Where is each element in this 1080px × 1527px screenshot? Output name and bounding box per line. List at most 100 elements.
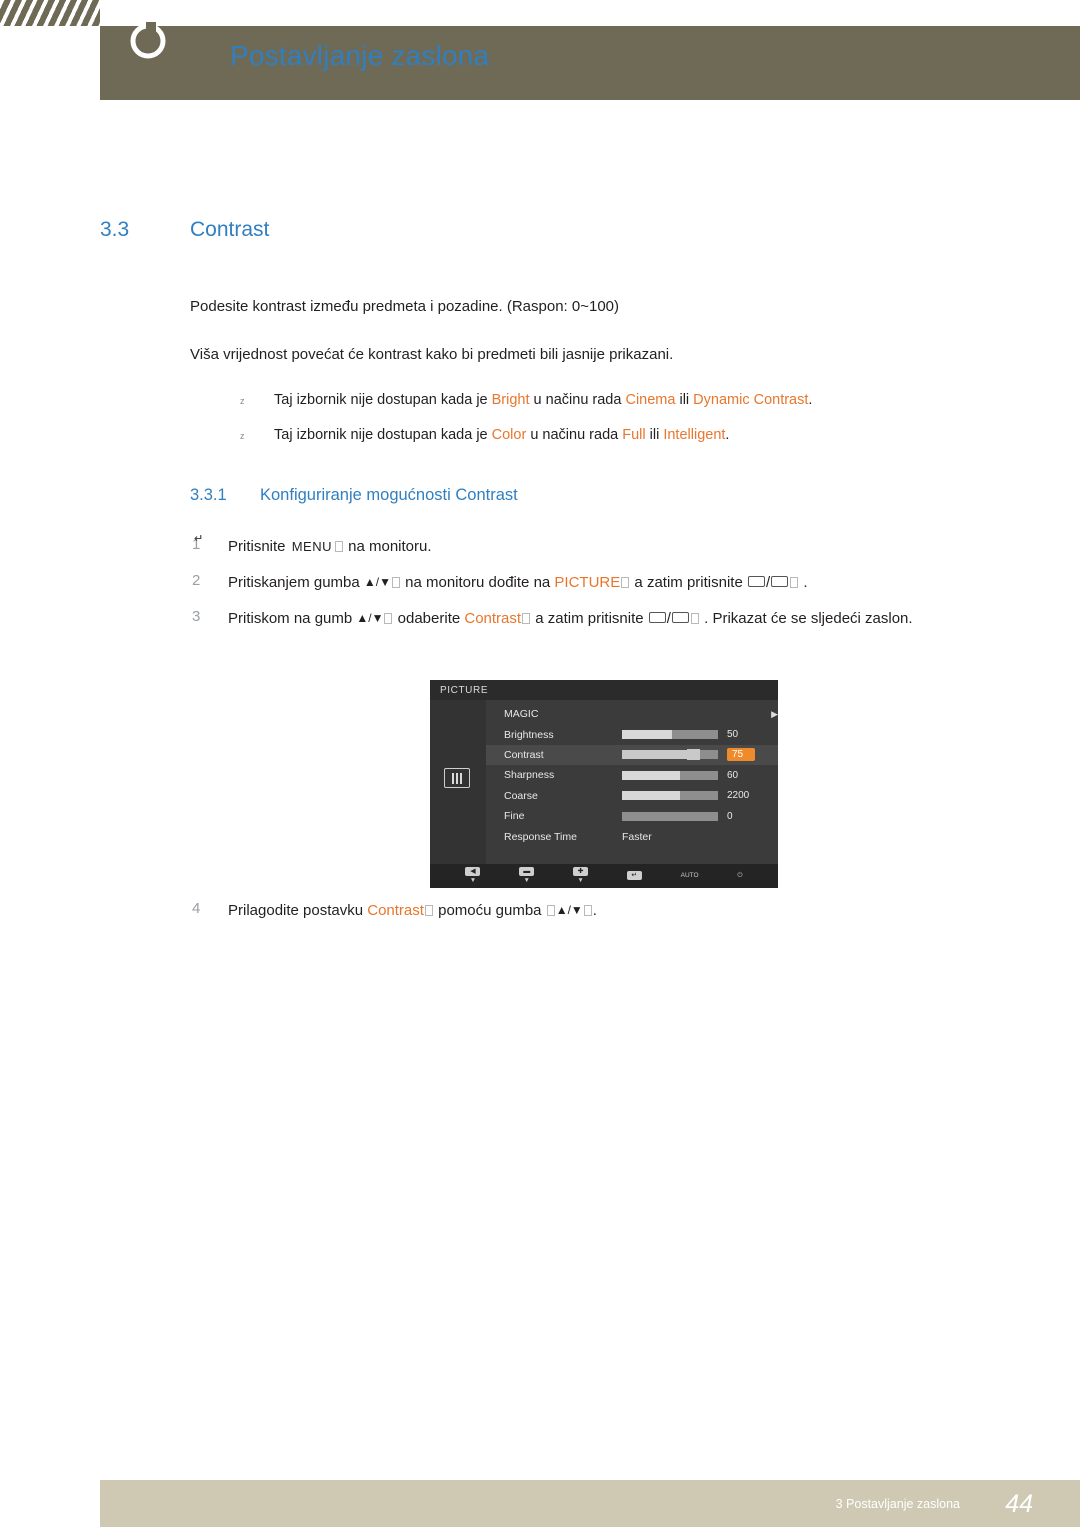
section-title: Contrast xyxy=(190,218,270,241)
button-box-icon xyxy=(747,575,765,587)
menu-keycap: MENU xyxy=(291,539,332,554)
step-text-part: Pritiskom na gumb xyxy=(228,609,357,627)
up-down-button-icon: ▲/▼ xyxy=(356,610,384,625)
osd-row-brightness[interactable]: Brightness 50 xyxy=(486,724,778,744)
osd-row-label: Fine xyxy=(504,810,525,823)
footer-chapter-label: 3 Postavljanje zaslona xyxy=(835,1497,960,1511)
step-number: 2 xyxy=(192,571,201,589)
note-item: z Taj izbornik nije dostupan kada je Bri… xyxy=(240,392,1040,408)
step-number: 3 xyxy=(192,607,201,625)
osd-slider-coarse[interactable] xyxy=(622,791,718,801)
osd-row-label: Brightness xyxy=(504,728,554,741)
glyph-placeholder xyxy=(790,576,799,588)
osd-row-value: 0 xyxy=(727,810,733,822)
osd-menu-rows: MAGIC ▶ Brightness 50 Contrast 75 Sharpn… xyxy=(486,704,778,847)
glyph-placeholder xyxy=(583,905,592,916)
chevron-right-icon: ▶ xyxy=(771,708,778,719)
osd-slider-sharpness[interactable] xyxy=(622,770,718,780)
osd-row-value: 2200 xyxy=(727,790,750,802)
osd-footer-cap: ✚ xyxy=(573,867,589,877)
header-hatch-decoration xyxy=(0,0,100,26)
note-keyword-color: Color xyxy=(491,427,527,443)
osd-footer-button-enter[interactable]: ↵ xyxy=(626,871,642,881)
glyph-placeholder xyxy=(384,612,393,624)
osd-footer-button-auto[interactable]: AUTO xyxy=(681,872,699,879)
osd-row-sharpness[interactable]: Sharpness 60 xyxy=(486,765,778,785)
header-white-band xyxy=(100,0,1080,26)
footer-page-number: 44 xyxy=(1005,1490,1033,1518)
note-text: Taj izbornik nije dostupan kada je Color… xyxy=(274,427,729,443)
paragraph-description: Viša vrijednost povećat će kontrast kako… xyxy=(190,346,674,363)
picture-icon xyxy=(444,768,470,788)
osd-row-contrast[interactable]: Contrast 75 xyxy=(486,744,778,766)
osd-screenshot: PICTURE MAGIC ▶ Brightness 50 Contrast 7… xyxy=(430,680,778,888)
note-text-mid2: ili xyxy=(675,392,694,408)
osd-row-response-time[interactable]: Response Time Faster xyxy=(486,826,778,846)
note-keyword-dynamic-contrast: Dynamic Contrast xyxy=(693,392,809,408)
note-text-post: . xyxy=(725,427,730,443)
step-keyword-contrast: Contrast xyxy=(464,609,522,627)
up-down-button-icon: ▲/▼ xyxy=(555,903,583,917)
step-text-part: pomoću gumba xyxy=(433,902,546,919)
step-text-part: . xyxy=(592,902,597,919)
osd-row-value: 75 xyxy=(727,748,755,762)
step-item-3: 3 Pritiskom na gumb ▲/▼ odaberite Contra… xyxy=(192,608,1052,630)
osd-row-value: 50 xyxy=(727,729,739,741)
section-heading: 3.3 Contrast xyxy=(100,218,269,242)
enter-button-icon xyxy=(771,575,789,587)
note-keyword-full: Full xyxy=(622,427,646,443)
osd-row-value: Faster xyxy=(622,830,652,843)
osd-footer-label: ▼ xyxy=(577,877,584,885)
glyph-placeholder xyxy=(522,612,531,624)
subsection-number: 3.3.1 xyxy=(190,486,227,504)
step-text-part: a zatim pritisnite xyxy=(630,573,747,591)
osd-slider-fine[interactable] xyxy=(622,811,718,821)
note-item: z Taj izbornik nije dostupan kada je Col… xyxy=(240,427,1040,443)
note-keyword-cinema: Cinema xyxy=(625,392,676,408)
subsection-heading: 3.3.1 Konfiguriranje mogućnosti Contrast xyxy=(190,486,518,505)
step-keyword-picture: PICTURE xyxy=(554,573,621,591)
osd-slider-brightness[interactable] xyxy=(622,730,718,740)
note-text-mid2: ili xyxy=(645,427,664,443)
step-number: 4 xyxy=(192,900,201,917)
osd-footer-label: AUTO xyxy=(680,872,699,880)
notes-list: z Taj izbornik nije dostupan kada je Bri… xyxy=(240,392,1040,462)
enter-button-icon xyxy=(671,611,689,623)
note-text-mid1: u načinu rada xyxy=(529,392,626,408)
glyph-placeholder xyxy=(391,576,400,588)
page-header xyxy=(0,0,1080,100)
note-text-pre: Taj izbornik nije dostupan kada je xyxy=(274,392,492,408)
subsection-title: Konfiguriranje mogućnosti Contrast xyxy=(260,486,518,504)
glyph-placeholder xyxy=(334,541,343,552)
osd-row-label: Coarse xyxy=(504,789,538,802)
osd-footer-cap: ↵ xyxy=(626,871,642,880)
step-text-part: . xyxy=(799,573,808,591)
step-keyword-contrast: Contrast xyxy=(367,902,424,919)
step-text-part: a zatim pritisnite xyxy=(531,609,648,627)
glyph-placeholder xyxy=(424,905,433,916)
page-content: 3.3 Contrast Podesite kontrast između pr… xyxy=(0,100,1080,1480)
osd-row-magic[interactable]: MAGIC ▶ xyxy=(486,704,778,724)
osd-footer-button-left[interactable]: ◀ ▼ xyxy=(465,867,481,885)
power-icon: ⏻ xyxy=(737,872,743,880)
osd-footer-cap: ▬ xyxy=(519,867,535,877)
glyph-placeholder xyxy=(621,576,630,588)
osd-footer-label: ▼ xyxy=(469,877,477,885)
osd-footer-button-plus[interactable]: ✚ ▼ xyxy=(573,867,589,885)
glyph-placeholder xyxy=(546,905,555,916)
glyph-placeholder xyxy=(690,612,699,624)
note-text-post: . xyxy=(808,392,813,408)
up-down-button-icon: ▲/▼ xyxy=(363,574,391,589)
osd-row-fine[interactable]: Fine 0 xyxy=(486,806,778,826)
osd-title: PICTURE xyxy=(440,684,489,696)
osd-slider-contrast[interactable] xyxy=(622,749,718,761)
step-text: Prilagodite postavku Contrast pomoću gum… xyxy=(228,900,597,922)
osd-footer-cap: ◀ xyxy=(465,867,481,877)
note-bullet: z xyxy=(240,431,245,441)
osd-footer-buttons: ◀ ▼ ▬ ▼ ✚ ▼ ↵ AUTO ⏻ xyxy=(430,864,778,888)
osd-footer-button-minus[interactable]: ▬ ▼ xyxy=(519,867,535,884)
note-keyword-bright: Bright xyxy=(491,392,530,408)
note-keyword-intelligent: Intelligent xyxy=(663,427,726,443)
osd-footer-button-power[interactable]: ⏻ xyxy=(737,872,742,879)
osd-row-coarse[interactable]: Coarse 2200 xyxy=(486,786,778,806)
